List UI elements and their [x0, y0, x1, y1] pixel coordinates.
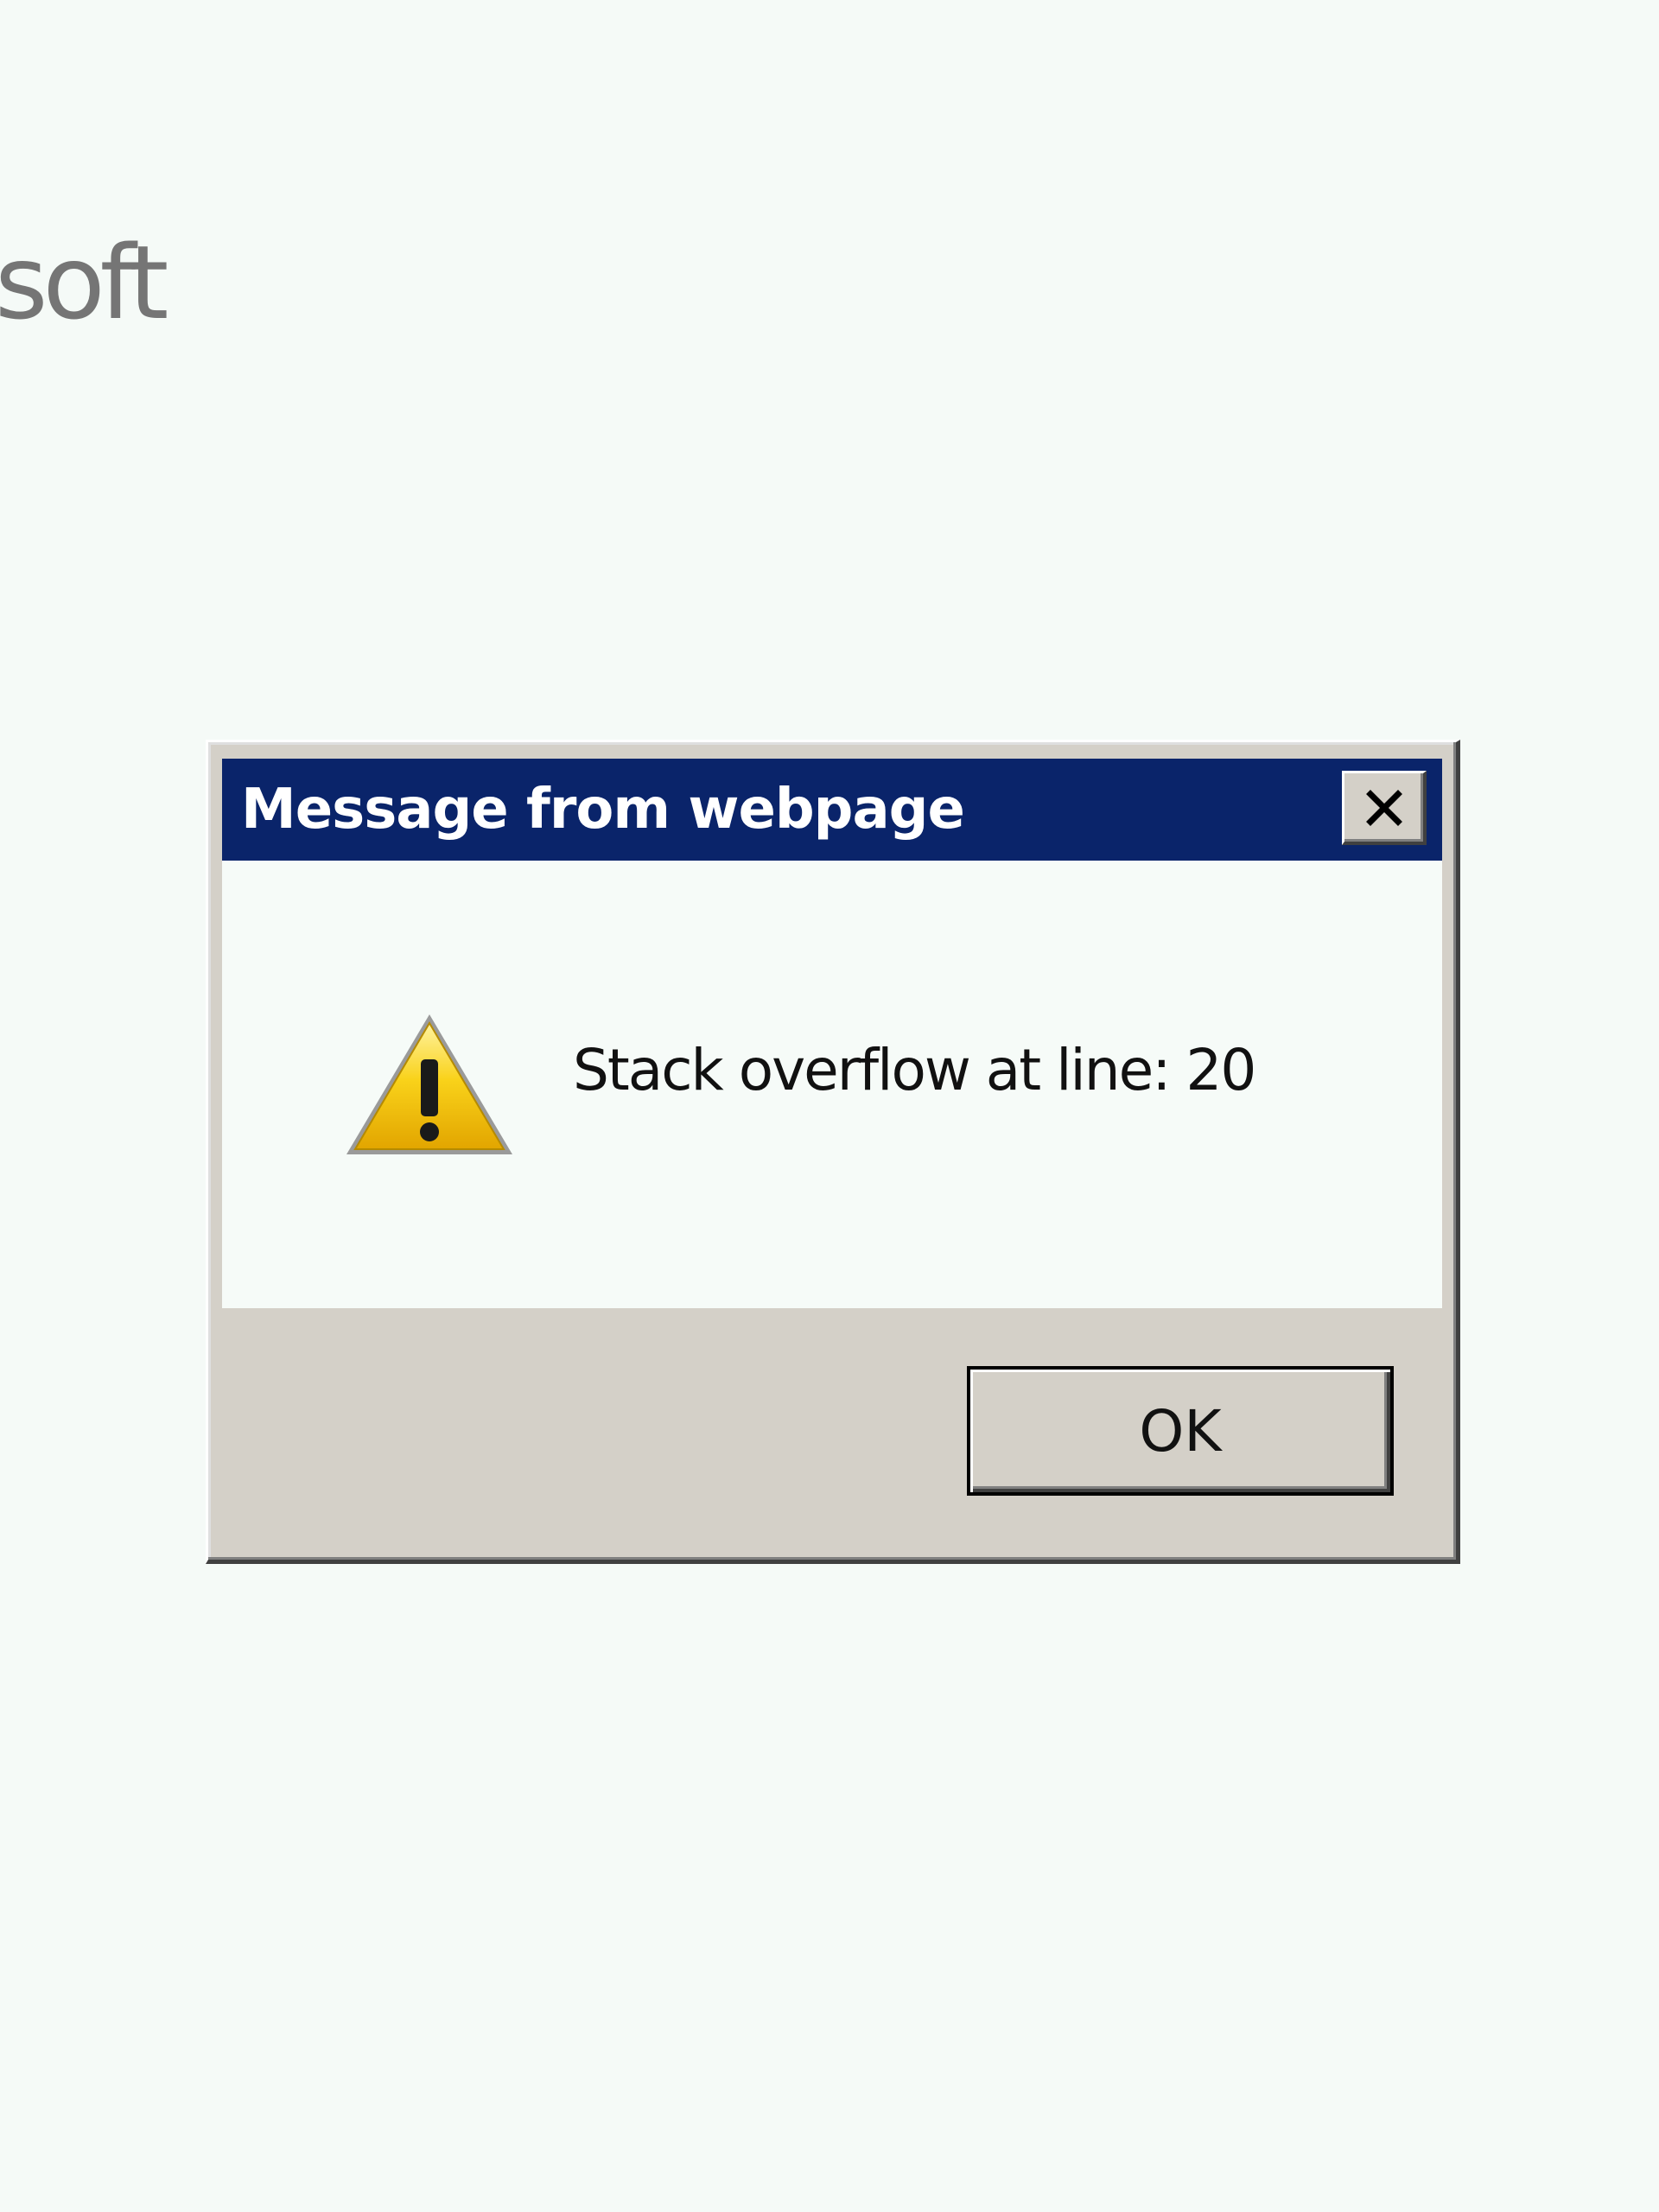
close-icon [1366, 790, 1402, 826]
dialog-content: Stack overflow at line: 20 [222, 861, 1442, 1308]
ok-button[interactable]: OK [967, 1366, 1394, 1496]
warning-icon [346, 1014, 512, 1154]
alert-message: Stack overflow at line: 20 [573, 1037, 1256, 1103]
dialog-titlebar[interactable]: Message from webpage [222, 759, 1442, 861]
alert-dialog: Message from webpage Stack overflow at l… [206, 740, 1460, 1564]
close-button[interactable] [1342, 771, 1427, 845]
dialog-title: Message from webpage [241, 778, 965, 842]
background-logo-text: soft [0, 223, 168, 342]
browser-page: soft Message from webpage Stack overflow… [0, 0, 1659, 2212]
